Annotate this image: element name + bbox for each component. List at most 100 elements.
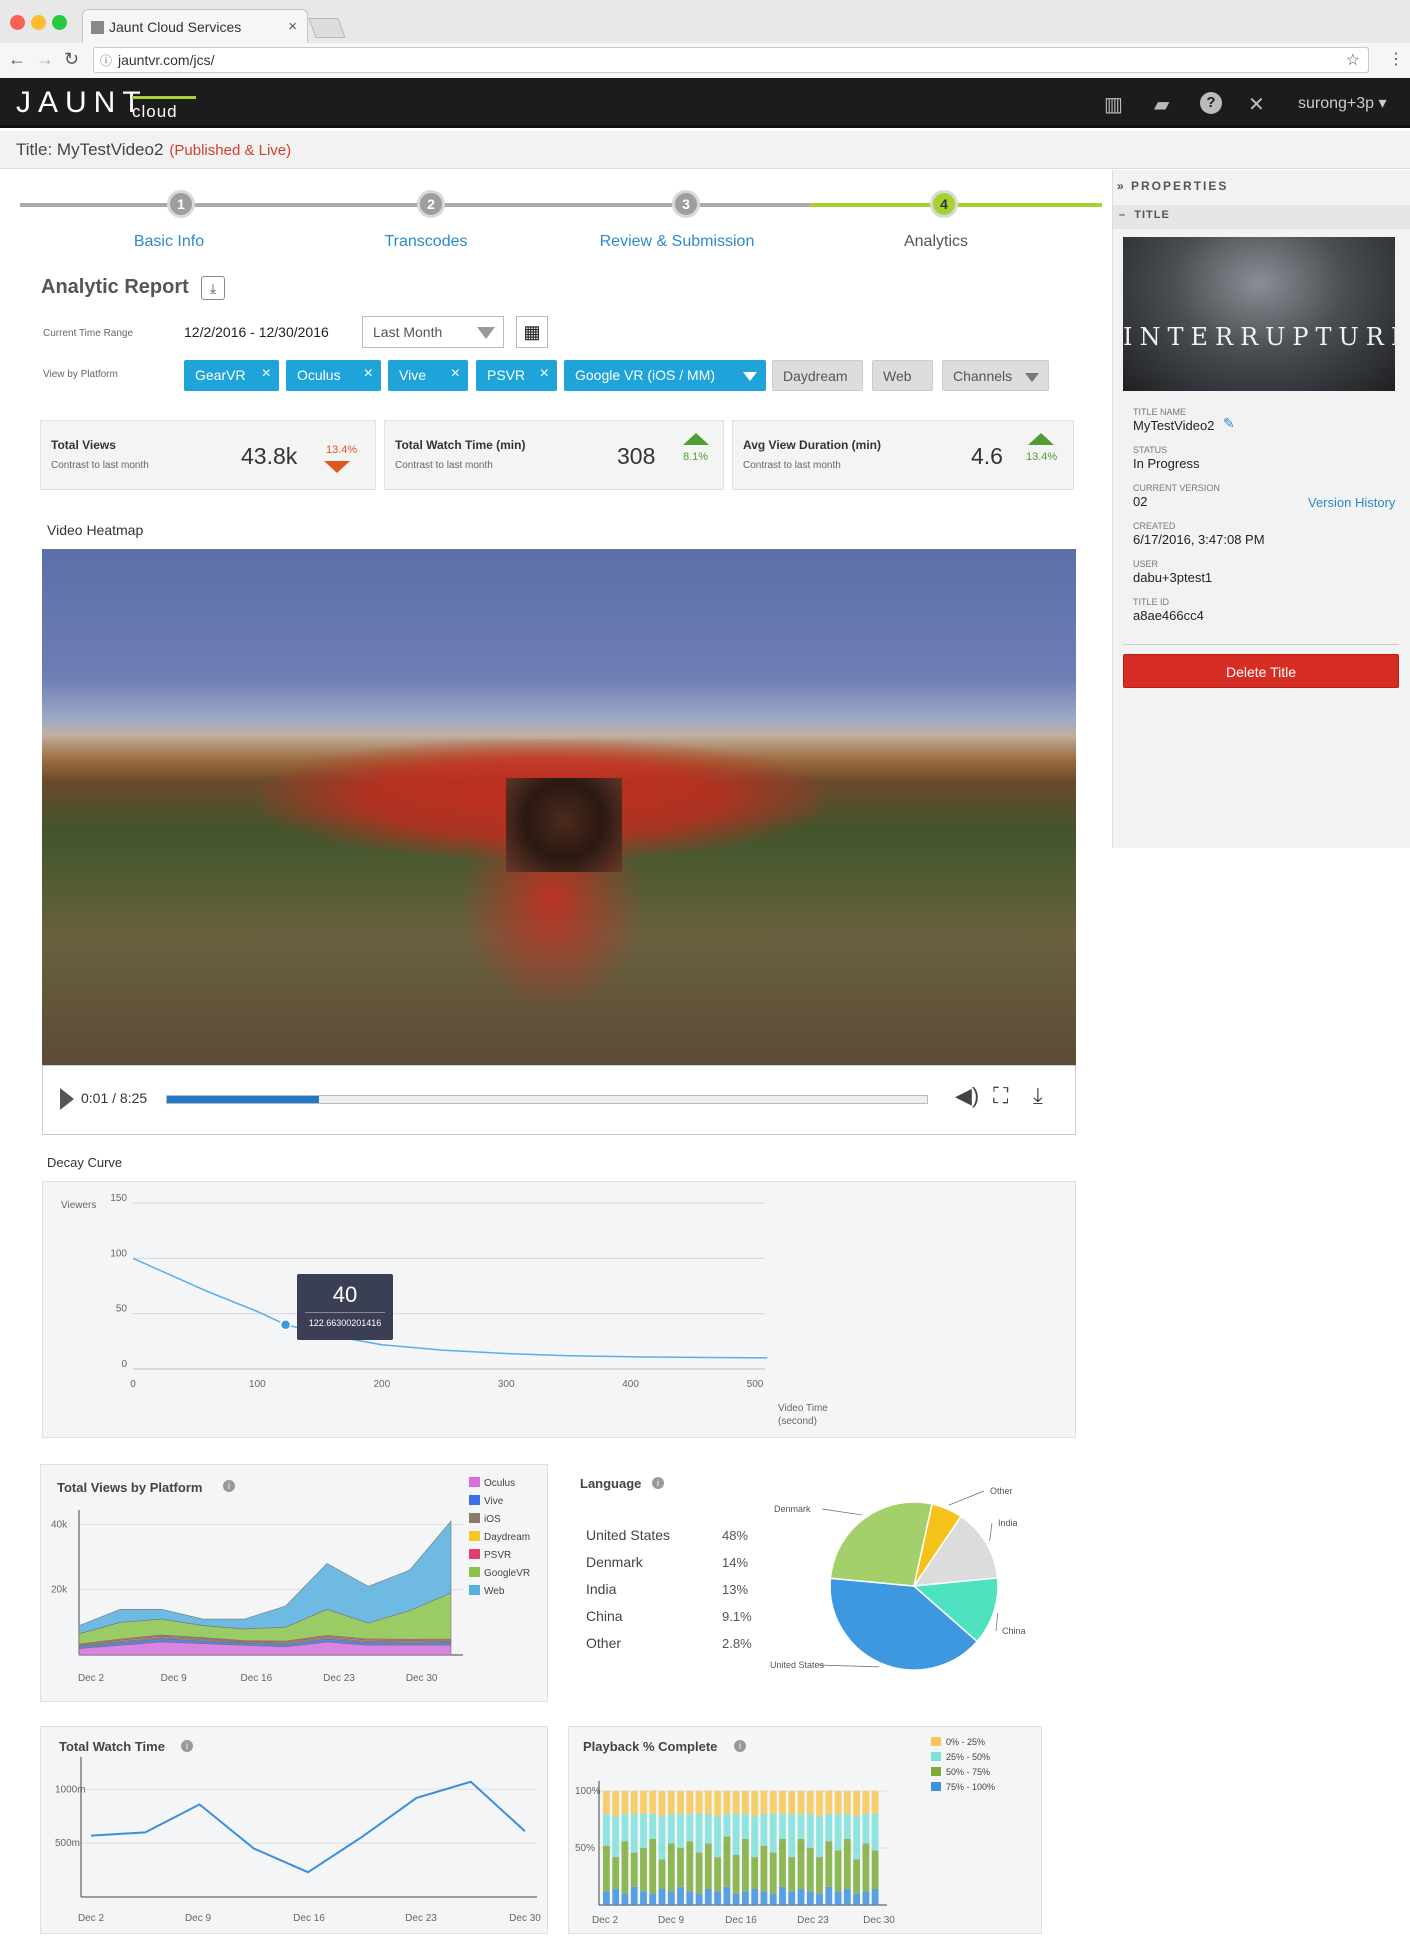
- range-select[interactable]: Last Month: [362, 316, 504, 348]
- video-heatmap[interactable]: [42, 549, 1076, 1065]
- bar-segment: [612, 1889, 620, 1905]
- x-tick-label: Dec 23: [797, 1915, 829, 1926]
- fullscreen-icon[interactable]: ⛶: [993, 1083, 1008, 1109]
- properties-header-text: PROPERTIES: [1131, 179, 1229, 193]
- close-window-button[interactable]: [10, 15, 25, 30]
- step-1-circle[interactable]: 1: [167, 190, 195, 218]
- property-value: 02: [1133, 494, 1148, 509]
- info-icon[interactable]: i: [223, 1480, 235, 1492]
- play-icon[interactable]: [60, 1088, 74, 1110]
- bar-segment: [862, 1843, 870, 1892]
- chip-label: Vive: [399, 367, 426, 383]
- step-4-circle[interactable]: 4: [930, 190, 958, 218]
- tab-basic-info[interactable]: Basic Info: [49, 233, 289, 251]
- x-axis-label-unit: (second): [778, 1416, 817, 1427]
- chevron-down-icon: [477, 327, 495, 339]
- legend-swatch: [931, 1737, 941, 1746]
- chip-label: GearVR: [195, 367, 246, 383]
- heatmap-title: Video Heatmap: [47, 522, 144, 538]
- volume-icon[interactable]: ◀): [955, 1083, 979, 1109]
- chip-daydream[interactable]: Daydream: [772, 360, 863, 391]
- chip-oculus[interactable]: Oculus ×: [286, 360, 381, 391]
- bar-segment: [621, 1813, 629, 1842]
- legend-swatch: [469, 1495, 480, 1505]
- version-history-link[interactable]: Version History: [1308, 495, 1395, 510]
- chip-vive[interactable]: Vive ×: [388, 360, 468, 391]
- bar-segment: [658, 1889, 666, 1905]
- step-3-circle[interactable]: 3: [672, 190, 700, 218]
- range-value: 12/2/2016 - 12/30/2016: [184, 324, 329, 340]
- bookmark-star-icon[interactable]: ☆: [1346, 50, 1360, 70]
- browser-chrome: Jaunt Cloud Services × ← → ↻ ⓘ jauntvr.c…: [0, 0, 1410, 78]
- chevron-down-icon[interactable]: [743, 372, 757, 381]
- tab-analytics[interactable]: Analytics: [816, 233, 1056, 251]
- new-tab-button[interactable]: [308, 18, 346, 38]
- legend-label: Web: [484, 1586, 505, 1597]
- bar-segment: [603, 1845, 610, 1892]
- video-progress-bar[interactable]: [166, 1095, 928, 1104]
- title-bar: Title: MyTestVideo2 (Published & Live): [0, 131, 1410, 169]
- bar-segment: [640, 1791, 647, 1814]
- delete-title-button[interactable]: Delete Title: [1123, 654, 1399, 688]
- chip-gearvr[interactable]: GearVR ×: [184, 360, 279, 391]
- menu-kebab-icon[interactable]: ⋮: [1388, 49, 1404, 69]
- chip-web[interactable]: Web: [872, 360, 933, 391]
- property-label: CREATED: [1133, 521, 1176, 531]
- remove-icon[interactable]: ×: [540, 365, 549, 383]
- bar-segment: [779, 1791, 786, 1814]
- forward-icon[interactable]: →: [36, 49, 54, 70]
- download-icon[interactable]: ⤓: [1033, 1083, 1043, 1109]
- analytics-icon[interactable]: ▥: [1104, 92, 1123, 117]
- tab-close-icon[interactable]: ×: [288, 18, 297, 35]
- bar-segment: [732, 1854, 740, 1894]
- channels-dropdown[interactable]: Channels: [942, 360, 1049, 391]
- download-report-icon[interactable]: ⤓: [201, 276, 225, 300]
- x-tick-label: Dec 2: [592, 1915, 619, 1926]
- bar-segment: [862, 1813, 870, 1844]
- language-pie-svg: United States Denmark Other India China: [770, 1486, 1026, 1671]
- address-bar[interactable]: ⓘ jauntvr.com/jcs/ ☆: [93, 47, 1369, 73]
- favicon-icon: [91, 21, 104, 34]
- info-icon[interactable]: i: [181, 1740, 193, 1752]
- edit-pencil-icon[interactable]: ✎: [1223, 415, 1235, 432]
- x-tick-label: 400: [622, 1379, 639, 1390]
- chip-label: Channels: [953, 368, 1013, 384]
- browser-tab[interactable]: Jaunt Cloud Services ×: [82, 9, 308, 43]
- step-2-circle[interactable]: 2: [417, 190, 445, 218]
- tab-review-submission[interactable]: Review & Submission: [557, 233, 797, 251]
- jaunt-logo[interactable]: JAUNT cloud: [16, 86, 196, 121]
- bar-segment: [714, 1791, 721, 1817]
- bar-segment: [658, 1791, 666, 1817]
- stat-card-total-views: Total Views Contrast to last month 43.8k…: [40, 420, 376, 490]
- chip-psvr[interactable]: PSVR ×: [476, 360, 557, 391]
- minimize-window-button[interactable]: [31, 15, 46, 30]
- calendar-icon[interactable]: ▦: [516, 316, 548, 348]
- remove-icon[interactable]: ×: [262, 365, 271, 383]
- stat-pct: 8.1%: [683, 451, 709, 463]
- tab-transcodes[interactable]: Transcodes: [306, 233, 546, 251]
- tools-icon[interactable]: ✕: [1248, 92, 1265, 117]
- stat-sub: Contrast to last month: [51, 460, 149, 471]
- reload-icon[interactable]: ↻: [64, 49, 79, 70]
- video-time: 0:01 / 8:25: [81, 1090, 148, 1106]
- remove-icon[interactable]: ×: [451, 365, 460, 383]
- bar-segment: [640, 1813, 647, 1848]
- remove-icon[interactable]: ×: [364, 365, 373, 383]
- maximize-window-button[interactable]: [52, 15, 67, 30]
- help-icon[interactable]: ?: [1200, 92, 1222, 114]
- bar-segment: [714, 1857, 721, 1892]
- bar-segment: [853, 1791, 860, 1817]
- user-menu[interactable]: surong+3p ▾: [1298, 93, 1387, 113]
- chip-google-vr[interactable]: Google VR (iOS / MM): [564, 360, 766, 391]
- title-section-header[interactable]: – TITLE: [1119, 209, 1170, 221]
- back-icon[interactable]: ←: [8, 49, 26, 70]
- bar-segment: [853, 1893, 860, 1905]
- bar-segment: [871, 1813, 879, 1851]
- bar-segment: [667, 1891, 675, 1905]
- platform-chart-title: Total Views by Platform: [57, 1480, 203, 1495]
- bar-segment: [779, 1813, 786, 1839]
- info-icon[interactable]: i: [734, 1740, 746, 1752]
- chevron-down-icon: [1025, 373, 1039, 382]
- folder-icon[interactable]: ▰: [1154, 92, 1169, 117]
- properties-header[interactable]: » PROPERTIES: [1117, 179, 1228, 193]
